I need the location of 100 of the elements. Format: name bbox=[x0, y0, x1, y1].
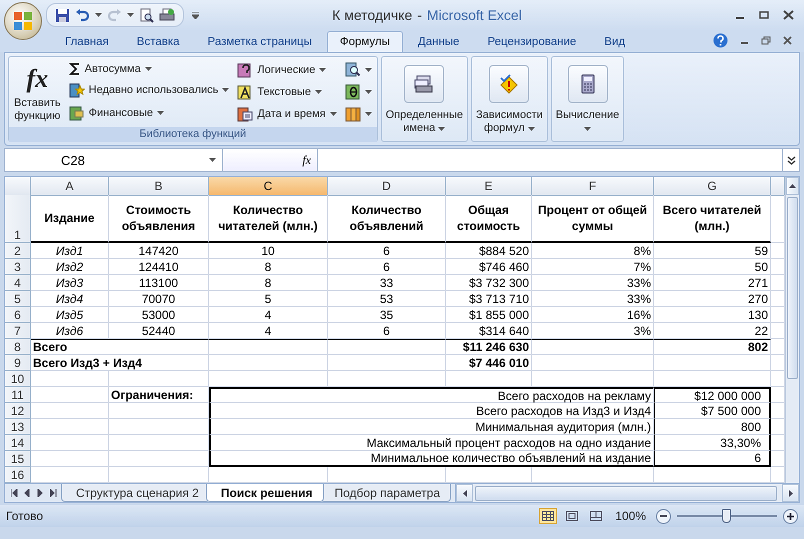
sheet-tab[interactable]: Структура сценария 2 bbox=[61, 484, 210, 502]
print-preview-icon[interactable] bbox=[139, 8, 154, 22]
view-button[interactable] bbox=[539, 508, 558, 524]
close-icon[interactable] bbox=[783, 36, 792, 45]
minus-icon bbox=[660, 515, 667, 517]
name-tags-icon bbox=[413, 73, 436, 95]
sheet-nav-icon[interactable] bbox=[11, 489, 18, 497]
column-header[interactable]: G bbox=[654, 177, 771, 196]
table-cell: 35 bbox=[328, 307, 446, 323]
scroll-up-icon[interactable] bbox=[789, 184, 796, 188]
ribbon-button[interactable]: Недавно использовались bbox=[66, 80, 232, 99]
table-cell: 33,30% bbox=[654, 435, 771, 451]
ribbon-tab[interactable]: Рецензирование bbox=[474, 31, 590, 52]
printer-icon[interactable] bbox=[159, 8, 175, 22]
row-header[interactable]: 10 bbox=[5, 371, 31, 387]
row-header[interactable]: 14 bbox=[5, 435, 31, 451]
save-icon[interactable] bbox=[55, 8, 70, 22]
grid-icon bbox=[542, 511, 554, 521]
table-cell: 50 bbox=[654, 259, 771, 275]
book-question-icon bbox=[237, 62, 254, 78]
ribbon-button[interactable]: Дата и время bbox=[235, 105, 339, 123]
column-header[interactable]: C bbox=[209, 177, 328, 196]
caret-icon bbox=[222, 88, 230, 92]
row-header[interactable]: 4 bbox=[5, 275, 31, 291]
row-header[interactable]: 12 bbox=[5, 403, 31, 419]
ribbon-tab[interactable]: Формулы bbox=[326, 31, 403, 52]
scrollbar-thumb[interactable] bbox=[475, 486, 777, 500]
maximize-icon[interactable] bbox=[759, 10, 769, 20]
table-cell: 5 bbox=[209, 291, 328, 307]
caret-icon bbox=[438, 127, 446, 131]
help-icon[interactable] bbox=[713, 33, 728, 48]
row-header[interactable]: 6 bbox=[5, 307, 31, 323]
caret-icon bbox=[364, 112, 372, 116]
scroll-left-icon[interactable] bbox=[462, 490, 466, 496]
ribbon-icon-button[interactable] bbox=[342, 83, 374, 101]
table-cell: Всего расходов на рекламу bbox=[209, 387, 654, 403]
table-cell: 22 bbox=[654, 323, 771, 339]
insert-function-button[interactable]: fx Вставить функцию bbox=[12, 59, 63, 125]
ribbon-button[interactable]: Автосумма bbox=[66, 62, 232, 76]
ribbon-button[interactable]: Финансовые bbox=[66, 104, 232, 122]
scroll-right-icon[interactable] bbox=[788, 490, 792, 496]
table-cell: 802 bbox=[654, 339, 771, 355]
office-button[interactable] bbox=[4, 2, 42, 40]
table-cell: 124410 bbox=[109, 259, 209, 275]
column-header[interactable]: D bbox=[328, 177, 446, 196]
caret-icon bbox=[528, 127, 535, 131]
ribbon-button[interactable]: Текстовые bbox=[235, 83, 339, 101]
table-cell: Ограничения: bbox=[109, 387, 209, 403]
table-cell: $1 855 000 bbox=[446, 307, 532, 323]
ribbon-tab[interactable]: Главная bbox=[52, 31, 122, 52]
caret-icon bbox=[330, 112, 337, 116]
table-cell: 6 bbox=[328, 323, 446, 339]
table-cell: 147420 bbox=[109, 243, 209, 259]
column-header[interactable]: A bbox=[31, 177, 109, 196]
book-star-icon bbox=[68, 82, 85, 98]
table-cell: Всего расходов на Изд3 и Изд4 bbox=[209, 403, 654, 419]
row-header[interactable]: 11 bbox=[5, 387, 31, 403]
scrollbar-thumb[interactable] bbox=[787, 197, 798, 379]
ribbon-tab[interactable]: Вид bbox=[591, 31, 638, 52]
ribbon-tab[interactable]: Разметка страницы bbox=[194, 31, 325, 52]
sheet-nav-icon[interactable] bbox=[50, 489, 57, 497]
table-cell: $7 500 000 bbox=[654, 403, 771, 419]
table-cell: Минимальная аудитория (млн.) bbox=[209, 419, 654, 435]
row-header[interactable]: 8 bbox=[5, 339, 31, 355]
column-header[interactable]: E bbox=[446, 177, 532, 196]
ribbon-tab[interactable]: Данные bbox=[404, 31, 472, 52]
title-separator: - bbox=[417, 7, 422, 23]
zoom-out-button[interactable] bbox=[656, 508, 671, 524]
book-theta-icon bbox=[344, 84, 361, 100]
sheet-tab[interactable]: Поиск решения bbox=[206, 484, 324, 502]
ribbon-icon-button[interactable] bbox=[342, 61, 374, 79]
ribbon-tab[interactable]: Вставка bbox=[124, 31, 193, 52]
close-icon[interactable] bbox=[783, 10, 794, 20]
table-cell: Количество читателей (млн.) bbox=[209, 195, 328, 243]
caret-icon bbox=[319, 68, 326, 72]
row-header[interactable]: 16 bbox=[5, 467, 31, 483]
zoom-slider-thumb[interactable] bbox=[722, 509, 731, 523]
column-header[interactable]: F bbox=[532, 177, 654, 196]
row-header[interactable]: 7 bbox=[5, 323, 31, 339]
table-cell: Стоимость объявления bbox=[109, 195, 209, 243]
row-header[interactable]: 2 bbox=[5, 243, 31, 259]
ribbon-button[interactable]: Логические bbox=[235, 61, 339, 79]
row-header[interactable]: 3 bbox=[5, 259, 31, 275]
table-cell: 6 bbox=[328, 243, 446, 259]
row-header[interactable]: 15 bbox=[5, 451, 31, 467]
column-header[interactable]: B bbox=[109, 177, 209, 196]
table-cell: 16% bbox=[532, 307, 654, 323]
table-cell: Количество объявлений bbox=[328, 195, 446, 243]
row-header[interactable]: 9 bbox=[5, 355, 31, 371]
zoom-in-button[interactable] bbox=[783, 508, 798, 524]
table-cell: 52440 bbox=[109, 323, 209, 339]
row-header[interactable]: 5 bbox=[5, 291, 31, 307]
customize-caret-icon[interactable] bbox=[192, 12, 199, 18]
row-header[interactable]: 1 bbox=[5, 195, 31, 243]
table-cell: 271 bbox=[654, 275, 771, 291]
row-header[interactable]: 13 bbox=[5, 419, 31, 435]
table-cell: 6 bbox=[328, 259, 446, 275]
undo-icon[interactable] bbox=[75, 8, 90, 22]
table-cell: Общая стоимость bbox=[446, 195, 532, 243]
restore-icon[interactable] bbox=[761, 36, 771, 45]
